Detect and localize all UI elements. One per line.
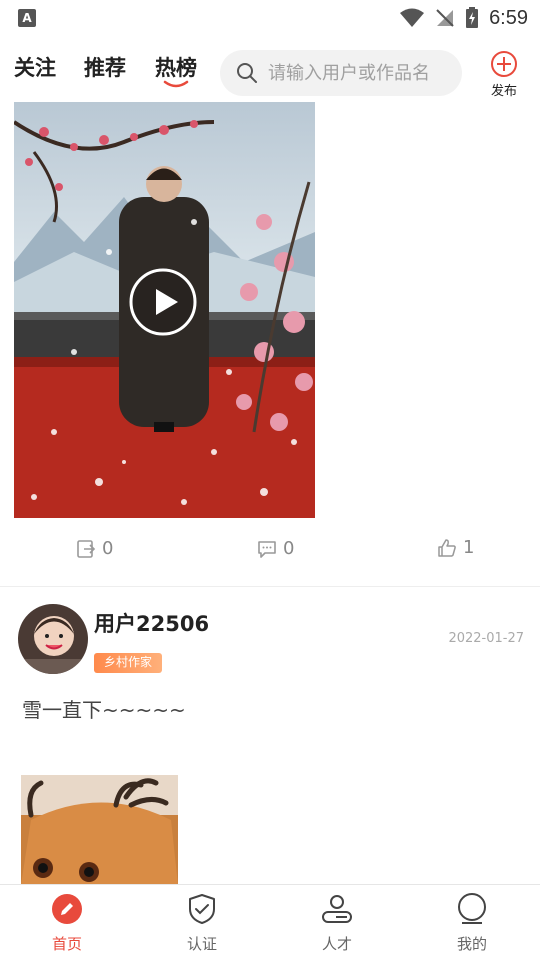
- battery-charging-icon: [466, 7, 479, 28]
- no-signal-icon: [436, 9, 454, 27]
- nav-profile[interactable]: 我的: [432, 893, 512, 954]
- tab-recommend[interactable]: 推荐: [84, 52, 126, 82]
- share-action[interactable]: 0: [76, 538, 113, 559]
- add-circle-icon: [491, 51, 517, 77]
- nav-certification[interactable]: 认证: [162, 893, 242, 954]
- publish-label: 发布: [490, 84, 517, 99]
- search-input[interactable]: [268, 50, 450, 96]
- notification-app-icon: A: [18, 9, 36, 27]
- clock: 6:59: [489, 6, 528, 29]
- thumbs-up-icon: [438, 538, 456, 557]
- author-badge: 乡村作家: [94, 653, 163, 673]
- pen-icon: [52, 894, 82, 924]
- feed-divider: [0, 586, 540, 587]
- share-count: 0: [102, 538, 114, 559]
- tab-hot-list[interactable]: 热榜: [155, 52, 197, 82]
- avatar[interactable]: [18, 604, 88, 674]
- wifi-icon: [400, 8, 425, 27]
- nav-home[interactable]: 首页: [27, 893, 107, 954]
- username[interactable]: 用户22506: [94, 608, 209, 638]
- person-icon: [322, 895, 352, 923]
- post-date: 2022-01-27: [448, 631, 524, 646]
- nav-home-label: 首页: [51, 935, 82, 953]
- active-tab-indicator: [163, 80, 189, 88]
- post-text: 雪一直下~~~~~: [22, 698, 186, 722]
- nav-profile-label: 我的: [456, 935, 487, 953]
- bottom-nav: 首页 认证 人才 我的: [0, 884, 540, 961]
- tab-follow[interactable]: 关注: [14, 52, 56, 82]
- share-icon: [77, 539, 96, 558]
- publish-button[interactable]: 发布: [484, 50, 524, 99]
- nav-talent[interactable]: 人才: [297, 893, 377, 954]
- search-icon: [237, 63, 257, 83]
- comment-count: 0: [283, 538, 295, 559]
- video-thumbnail[interactable]: [14, 102, 315, 518]
- avatar-image: [18, 604, 88, 674]
- nav-certification-label: 认证: [186, 935, 217, 953]
- shield-check-icon: [189, 894, 215, 924]
- status-bar: A 6:59: [0, 0, 540, 36]
- video-actions: 0 0 1: [0, 530, 540, 570]
- comment-icon: [258, 540, 276, 558]
- comment-action[interactable]: 0: [257, 538, 294, 559]
- post-image[interactable]: [21, 775, 178, 885]
- like-action[interactable]: 1: [437, 537, 474, 558]
- profile-circle-icon: [458, 893, 486, 924]
- nav-talent-label: 人才: [321, 935, 352, 953]
- like-count: 1: [463, 537, 475, 558]
- search-bar[interactable]: [220, 50, 462, 96]
- status-icons: 6:59: [399, 6, 528, 30]
- cat-with-antlers-image: [21, 775, 178, 885]
- play-icon[interactable]: [128, 267, 198, 337]
